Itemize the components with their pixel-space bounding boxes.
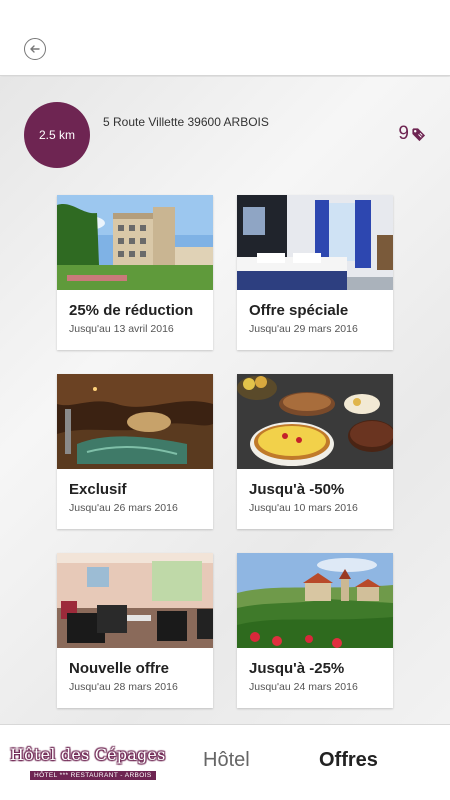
offer-image-village	[237, 553, 393, 648]
distance-badge: 2.5 km	[24, 102, 90, 168]
offer-date: Jusqu'au 13 avril 2016	[69, 323, 174, 335]
offer-card[interactable]: Jusqu'à -25% Jusqu'au 24 mars 2016	[237, 553, 393, 708]
offer-date: Jusqu'au 10 mars 2016	[249, 502, 358, 514]
offer-date: Jusqu'au 24 mars 2016	[249, 681, 358, 693]
bottom-navigation: Hôtel des Cépages HÔTEL *** RESTAURANT -…	[0, 724, 450, 800]
offer-card[interactable]: Offre spéciale Jusqu'au 29 mars 2016	[237, 195, 393, 350]
logo-subtitle: HÔTEL *** RESTAURANT - ARBOIS	[30, 771, 156, 780]
offer-image-lounge	[57, 553, 213, 648]
offer-image-bedroom	[237, 195, 393, 290]
hotel-logo[interactable]: Hôtel des Cépages HÔTEL *** RESTAURANT -…	[10, 745, 166, 782]
back-arrow-icon	[30, 45, 40, 53]
offer-count-value: 9	[398, 123, 409, 144]
tab-offres[interactable]: Offres	[319, 749, 378, 772]
offer-card[interactable]: 25% de réduction Jusqu'au 13 avril 2016	[57, 195, 213, 350]
offer-card[interactable]: Exclusif Jusqu'au 26 mars 2016	[57, 374, 213, 529]
offer-image-cave	[57, 374, 213, 469]
offer-date: Jusqu'au 26 mars 2016	[69, 502, 178, 514]
offer-title: Nouvelle offre	[69, 660, 170, 677]
offers-content[interactable]: 2.5 km 5 Route Villette 39600 ARBOIS 9 2…	[0, 77, 450, 724]
offer-date: Jusqu'au 29 mars 2016	[249, 323, 358, 335]
offer-count: 9	[398, 123, 426, 145]
offer-image-tarts	[237, 374, 393, 469]
offer-title: Exclusif	[69, 481, 127, 498]
distance-label: 2.5 km	[38, 128, 75, 142]
top-app-bar	[0, 0, 450, 76]
offer-title: Offre spéciale	[249, 302, 349, 319]
hotel-address: 5 Route Villette 39600 ARBOIS	[103, 115, 269, 129]
offer-title: 25% de réduction	[69, 302, 194, 319]
offer-title: Jusqu'à -25%	[249, 660, 345, 677]
offer-date: Jusqu'au 28 mars 2016	[69, 681, 178, 693]
tab-hotel[interactable]: Hôtel	[203, 749, 250, 772]
back-button[interactable]	[24, 38, 46, 60]
tag-icon	[412, 127, 426, 141]
offer-card[interactable]: Nouvelle offre Jusqu'au 28 mars 2016	[57, 553, 213, 708]
offer-card[interactable]: Jusqu'à -50% Jusqu'au 10 mars 2016	[237, 374, 393, 529]
offer-title: Jusqu'à -50%	[249, 481, 345, 498]
offer-image-hotel-building	[57, 195, 213, 290]
logo-title: Hôtel des Cépages	[10, 745, 166, 764]
